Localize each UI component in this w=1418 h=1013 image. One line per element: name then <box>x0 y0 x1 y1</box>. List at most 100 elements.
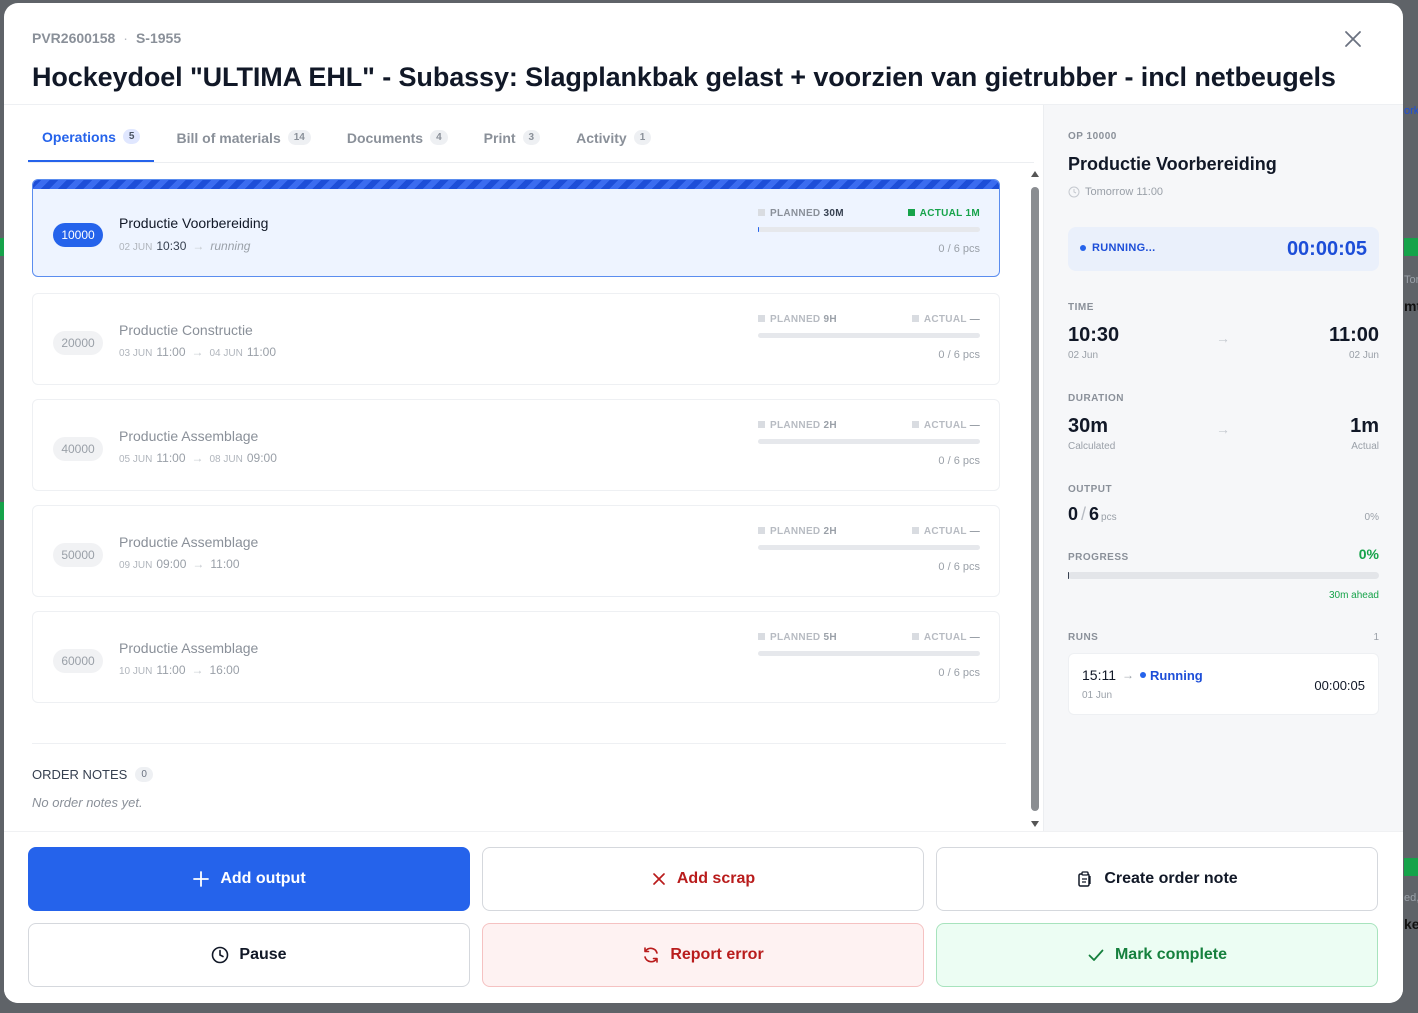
scroll-down-icon[interactable] <box>1031 821 1039 827</box>
actual-metric: ACTUAL — <box>911 526 980 537</box>
actual-value: — <box>969 314 980 325</box>
pause-button[interactable]: Pause <box>28 923 470 987</box>
operation-pcs: 0 / 6 pcs <box>938 455 980 467</box>
operation-schedule: 05 JUN 11:00 → 08 JUN 09:00 <box>119 451 277 465</box>
operation-name: Productie Assemblage <box>119 534 259 550</box>
end-time: 09:00 <box>246 451 277 465</box>
modal-header: PVR2600158 · S-1955 Hockeydoel "ULTIMA E… <box>4 3 1403 105</box>
duration-calculated: 30m <box>1068 415 1109 437</box>
scroll-up-icon[interactable] <box>1031 171 1039 177</box>
operation-detail-panel: OP 10000 Productie Voorbereiding Tomorro… <box>1043 105 1403 831</box>
metrics-row: PLANNED 30M ACTUAL 1M <box>758 208 980 219</box>
actual-label: ACTUAL <box>923 632 967 643</box>
planned-label: PLANNED <box>770 420 821 431</box>
end-date: 08 JUN <box>209 454 243 465</box>
breadcrumb-separator: · <box>123 30 128 46</box>
order-notes-heading: ORDER NOTES <box>32 767 128 782</box>
run-row[interactable]: 15:11 → Running 01 Jun 00:00:05 <box>1068 653 1379 715</box>
detail-op-name: Productie Voorbereiding <box>1068 154 1277 174</box>
duration-pair: 30m Calculated → 1m Actual <box>1068 415 1379 459</box>
operation-metrics: PLANNED 9H ACTUAL — 0 / 6 pcs <box>758 314 980 361</box>
tab-operations[interactable]: Operations 5 <box>28 113 155 162</box>
planned-value: 9H <box>823 314 837 325</box>
planned-value: 2H <box>823 420 837 431</box>
progress-label: PROGRESS <box>1068 552 1129 563</box>
operation-metrics: PLANNED 2H ACTUAL — 0 / 6 pcs <box>758 526 980 573</box>
status-dot-icon <box>1080 245 1086 251</box>
run-start-time: 15:11 <box>1082 667 1116 683</box>
planned-metric: PLANNED 9H <box>758 314 837 325</box>
tab-bill-of-materials[interactable]: Bill of materials 14 <box>162 113 324 162</box>
background-text: mt <box>1404 298 1418 314</box>
operation-card[interactable]: 20000 Productie Constructie 03 JUN 11:00… <box>32 293 1000 385</box>
tab-label: Print <box>483 129 516 146</box>
running-text: RUNNING... <box>1092 242 1156 254</box>
start-date: 02 JUN <box>119 242 153 253</box>
mark-complete-button[interactable]: Mark complete <box>936 923 1378 987</box>
tab-documents[interactable]: Documents 4 <box>333 113 462 162</box>
end-time: 11:00 <box>210 557 240 571</box>
arrow-icon: → <box>191 451 204 465</box>
background-status-bar <box>1404 238 1418 256</box>
operation-number: 10000 <box>53 223 103 247</box>
actual-label: ACTUAL <box>923 420 967 431</box>
report-error-button[interactable]: Report error <box>482 923 924 987</box>
add-scrap-label: Add scrap <box>676 870 756 887</box>
order-notes-count: 0 <box>135 767 153 782</box>
operation-name: Productie Voorbereiding <box>119 215 269 231</box>
scroll-thumb[interactable] <box>1031 187 1039 811</box>
order-notes-section: ORDER NOTES 0 No order notes yet. <box>32 743 1006 810</box>
operation-status: running <box>210 239 251 253</box>
runs-count: 1 <box>1373 632 1379 643</box>
operation-name: Productie Constructie <box>119 322 253 338</box>
start-date: 03 JUN <box>119 348 153 359</box>
detail-op-label: OP 10000 <box>1068 131 1117 142</box>
add-scrap-button[interactable]: Add scrap <box>482 847 924 911</box>
operation-schedule: 03 JUN 11:00 → 04 JUN 11:00 <box>119 345 276 359</box>
planned-value: 5H <box>823 632 837 643</box>
tab-activity[interactable]: Activity 1 <box>562 113 665 162</box>
planned-metric: PLANNED 30M <box>758 208 844 219</box>
close-button[interactable] <box>1341 27 1365 51</box>
arrow-icon: → <box>192 239 205 253</box>
actual-label: ACTUAL <box>919 208 963 219</box>
actual-metric: ACTUAL — <box>911 314 980 325</box>
tab-print[interactable]: Print 3 <box>470 113 554 162</box>
tab-count: 1 <box>633 130 652 145</box>
detail-progress-bar <box>1068 572 1379 579</box>
run-elapsed: 00:00:05 <box>1314 678 1365 693</box>
pause-label: Pause <box>239 946 287 963</box>
scrollbar[interactable] <box>1029 167 1041 831</box>
operation-progress-bar <box>758 227 980 232</box>
background-status-bar <box>1404 858 1418 876</box>
arrow-icon: → <box>1122 668 1134 682</box>
operation-pcs: 0 / 6 pcs <box>938 243 980 255</box>
output-value: 0/6 pcs 0% <box>1068 504 1379 525</box>
run-status: Running <box>1140 668 1203 683</box>
run-status-text: Running <box>1150 667 1203 683</box>
background-text: ed, <box>1404 892 1418 904</box>
operation-metrics: PLANNED 2H ACTUAL — 0 / 6 pcs <box>758 420 980 467</box>
progress-percent: 0% <box>1358 546 1379 562</box>
operation-card[interactable]: 10000 Productie Voorbereiding 02 JUN 10:… <box>32 179 1000 277</box>
duration-label: DURATION <box>1068 393 1125 404</box>
operation-name: Productie Assemblage <box>119 640 259 656</box>
time-end-date: 02 Jun <box>1348 350 1379 361</box>
operations-list: 10000 Productie Voorbereiding 02 JUN 10:… <box>32 179 1000 717</box>
time-start-date: 02 Jun <box>1068 350 1099 361</box>
running-label: RUNNING... <box>1080 242 1156 254</box>
add-output-button[interactable]: Add output <box>28 847 470 911</box>
operation-card[interactable]: 60000 Productie Assemblage 10 JUN 11:00 … <box>32 611 1000 703</box>
output-label: OUTPUT <box>1068 484 1113 495</box>
actual-square-icon <box>911 421 919 428</box>
planned-square-icon <box>758 315 765 322</box>
operation-card[interactable]: 40000 Productie Assemblage 05 JUN 11:00 … <box>32 399 1000 491</box>
create-order-note-button[interactable]: Create order note <box>936 847 1378 911</box>
operation-pcs: 0 / 6 pcs <box>938 667 980 679</box>
clipboard-icon <box>1078 871 1091 887</box>
output-done: 0 <box>1068 504 1079 524</box>
operation-card[interactable]: 50000 Productie Assemblage 09 JUN 09:00 … <box>32 505 1000 597</box>
tab-label: Bill of materials <box>176 129 281 146</box>
order-notes-header: ORDER NOTES 0 <box>32 767 1006 782</box>
operation-pcs: 0 / 6 pcs <box>938 349 980 361</box>
